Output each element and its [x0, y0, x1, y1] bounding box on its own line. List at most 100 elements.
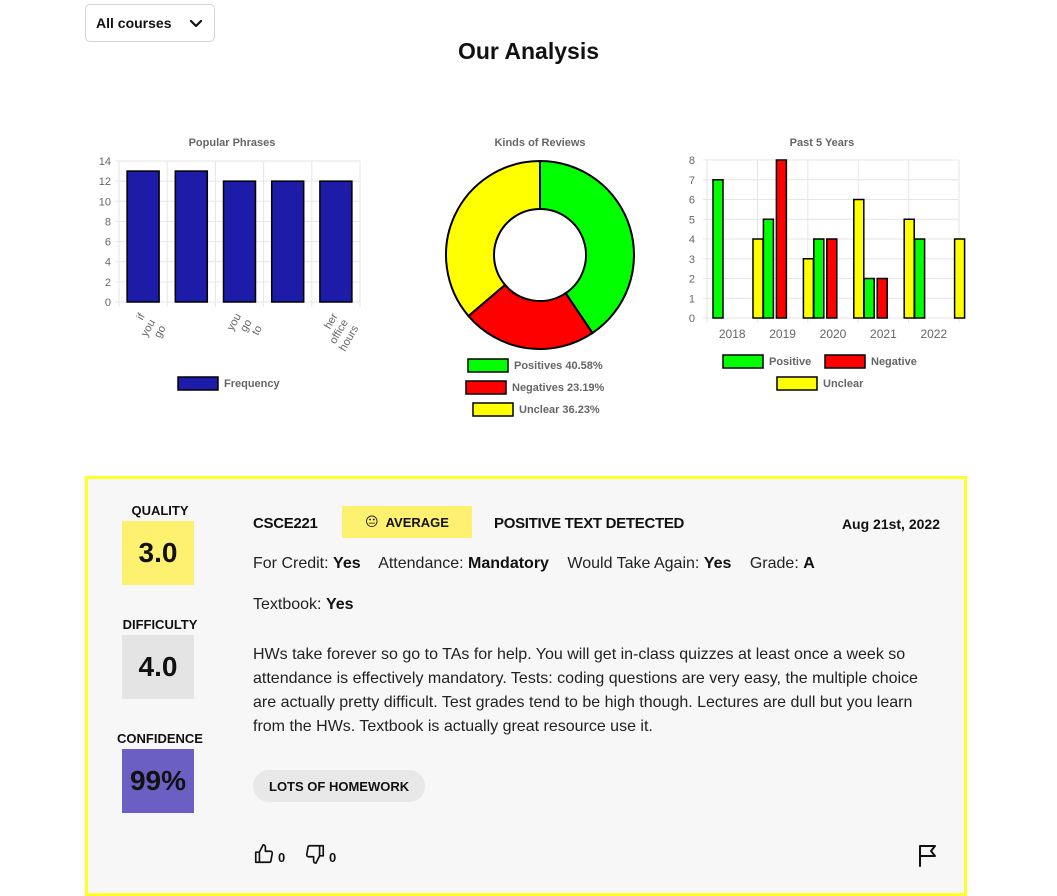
bar-negative: [876, 277, 888, 319]
bar-frequency: [222, 180, 257, 303]
course-filter-select[interactable]: All courses: [85, 4, 215, 42]
bar-negative: [775, 159, 788, 319]
difficulty-label: DIFFICULTY: [122, 617, 198, 632]
page-title: Our Analysis: [457, 38, 600, 64]
y-tick-label: 3: [689, 254, 695, 266]
legend-swatch-negative: [824, 354, 866, 369]
bar-positive: [813, 238, 825, 319]
y-tick-label: 2: [105, 277, 111, 289]
course-filter-value: All courses: [96, 15, 172, 31]
y-tick-label: 4: [689, 234, 695, 246]
bar-unclear: [903, 218, 915, 319]
y-tick-label: 7: [689, 175, 695, 187]
legend-swatch-positive: [722, 354, 764, 369]
bar-positive: [913, 238, 926, 319]
x-tick-label: 2022: [920, 327, 947, 341]
bar-negative: [826, 238, 838, 319]
y-tick-label: 0: [689, 313, 695, 325]
not-helpful-vote-button[interactable]: 0: [304, 843, 336, 865]
bar-positive: [863, 277, 875, 319]
bar-unclear: [953, 238, 966, 319]
kinds-of-reviews-chart: Kinds of Reviews Positives 40.58% Negati…: [445, 137, 635, 417]
not-helpful-count: 0: [329, 850, 337, 865]
x-tick-label: ifyougo: [135, 311, 169, 340]
bar-positive: [762, 218, 775, 319]
would-take-again-meta: Would Take Again: Yes: [567, 555, 732, 572]
bar-frequency: [126, 170, 160, 303]
helpful-count: 0: [278, 850, 286, 865]
neutral-face-icon: 😐: [365, 514, 379, 529]
chevron-down-icon: [189, 19, 203, 28]
course-code: CSCE221: [253, 515, 318, 532]
chart-title: Kinds of Reviews: [494, 137, 585, 149]
quality-value: 3.0: [138, 537, 178, 568]
x-tick-label: 2019: [769, 327, 796, 341]
confidence-value: 99%: [129, 765, 187, 796]
emotion-label: AVERAGE: [385, 514, 449, 530]
bar-unclear: [802, 258, 815, 319]
y-tick-label: 6: [689, 195, 695, 207]
flag-icon: [919, 845, 936, 867]
review-date: Aug 21st, 2022: [841, 516, 940, 532]
past-5-years-chart: Past 5 Years 0 1 2 3 4 5 6 7 8 2018 2019 2020 2021 20…: [689, 137, 966, 391]
legend-label-frequency: Frequency: [224, 378, 281, 390]
legend-swatch-unclear: [776, 376, 818, 391]
donut-slice-unclear: [445, 159, 541, 318]
x-tick-label: herofficehours: [322, 311, 361, 353]
y-tick-label: 12: [99, 176, 111, 188]
bar-frequency: [270, 180, 305, 303]
bar-unclear: [752, 238, 764, 319]
bar-frequency: [174, 170, 209, 303]
y-tick-label: 8: [689, 155, 695, 167]
difficulty-value: 4.0: [138, 651, 178, 682]
chart-title: Past 5 Years: [790, 137, 855, 149]
report-flag-button[interactable]: [917, 843, 939, 872]
y-tick-label: 8: [105, 216, 111, 228]
y-tick-label: 5: [689, 214, 695, 226]
x-tick-label: yougoto: [225, 312, 265, 338]
legend-label-unclear: Unclear: [823, 378, 864, 390]
y-tick-label: 0: [105, 297, 111, 309]
difficulty-score: 4.0: [122, 635, 194, 699]
quality-label: QUALITY: [131, 503, 189, 518]
review-tag: LOTS OF HOMEWORK: [253, 770, 426, 802]
y-tick-label: 10: [99, 196, 111, 208]
review-meta-row: For Credit: Yes Attendance: Mandatory Wo…: [253, 555, 829, 573]
thumbs-up-icon: [254, 844, 274, 864]
popular-phrases-chart: Popular Phrases 0 2 4 6 8 10 12 14 ifyougo yougot…: [99, 137, 362, 391]
grade-meta: Grade: A: [749, 555, 815, 572]
confidence-score: 99%: [122, 749, 194, 813]
legend-swatch-positives: [467, 358, 509, 373]
legend-label-positive: Positive: [769, 356, 811, 368]
for-credit-meta: For Credit: Yes: [253, 555, 361, 572]
legend-swatch-negatives: [465, 380, 507, 395]
x-tick-label: 2018: [719, 327, 746, 341]
y-tick-label: 4: [105, 257, 111, 269]
legend-swatch-frequency: [177, 376, 219, 391]
x-tick-label: 2021: [870, 327, 897, 341]
y-tick-label: 2: [689, 274, 695, 286]
review-comment: HWs take forever so go to TAs for help. …: [253, 646, 918, 735]
helpful-vote-button[interactable]: 0: [253, 843, 285, 865]
x-tick-label: 2020: [820, 327, 847, 341]
chart-title: Popular Phrases: [189, 137, 276, 149]
review-card: QUALITY 3.0 DIFFICULTY 4.0 CONFIDENCE 99…: [85, 476, 967, 896]
thumbs-down-icon: [305, 844, 325, 864]
attendance-meta: Attendance: Mandatory: [378, 555, 549, 572]
bar-frequency: [319, 180, 353, 303]
bar-unclear: [853, 198, 865, 319]
textbook-meta: Textbook: Yes: [253, 596, 354, 613]
legend-label-positives: Positives 40.58%: [514, 360, 603, 372]
confidence-label: CONFIDENCE: [117, 731, 203, 746]
sentiment-label: POSITIVE TEXT DETECTED: [494, 515, 685, 532]
legend-label-negatives: Negatives 23.19%: [512, 382, 605, 394]
legend-label-negative: Negative: [871, 356, 917, 368]
y-tick-label: 14: [99, 156, 111, 168]
legend-label-unclear: Unclear 36.23%: [519, 404, 600, 416]
emotion-badge: 😐 AVERAGE: [342, 506, 472, 538]
legend-swatch-unclear: [472, 402, 514, 417]
y-tick-label: 1: [689, 293, 695, 305]
y-tick-label: 6: [105, 237, 111, 249]
quality-score: 3.0: [122, 521, 194, 585]
bar-positive: [712, 179, 724, 319]
